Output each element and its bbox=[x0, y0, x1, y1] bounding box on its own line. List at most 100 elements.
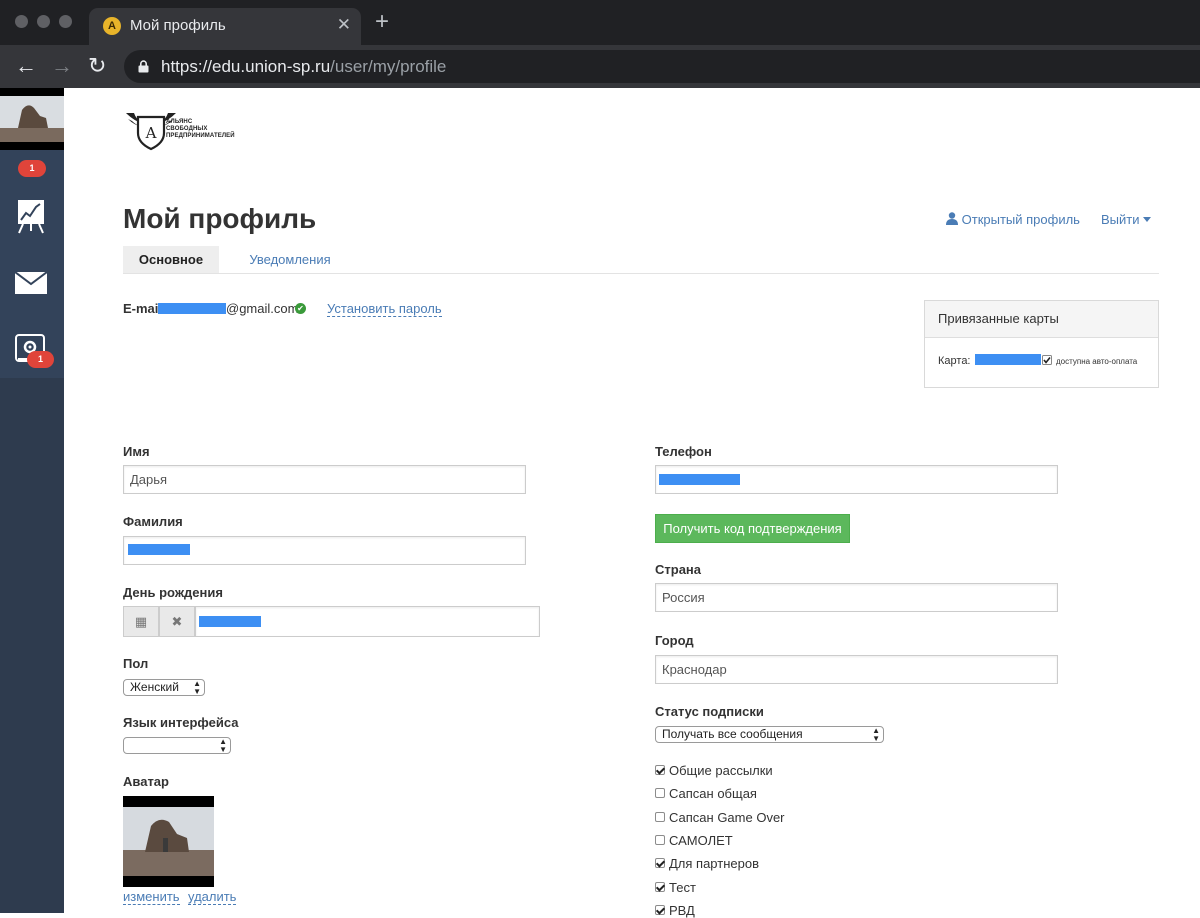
phone-label: Телефон bbox=[655, 444, 712, 459]
tab-title: Мой профиль bbox=[130, 17, 226, 34]
site-favicon-icon: A bbox=[103, 17, 121, 35]
avatar-image bbox=[123, 796, 214, 887]
url-host: https://edu.union-sp.ru bbox=[161, 57, 331, 76]
open-profile-label: Открытый профиль bbox=[961, 212, 1080, 227]
language-label: Язык интерфейса bbox=[123, 715, 239, 730]
name-input[interactable]: Дарья bbox=[123, 465, 526, 494]
url-text: https://edu.union-sp.ru/user/my/profile bbox=[161, 57, 446, 77]
avatar-change-link[interactable]: изменить bbox=[123, 889, 180, 905]
user-icon bbox=[946, 212, 958, 225]
subscription-checkbox[interactable] bbox=[655, 812, 665, 822]
mail-icon[interactable] bbox=[15, 272, 47, 294]
tab-close-icon[interactable]: ✕ bbox=[337, 15, 351, 35]
subscription-checkbox[interactable] bbox=[655, 765, 665, 775]
avatar-delete-link[interactable]: удалить bbox=[188, 889, 237, 905]
auto-pay-label: доступна авто-оплата bbox=[1056, 357, 1138, 366]
subscription-checkbox-label: Тест bbox=[669, 880, 696, 895]
verified-check-icon: ✔ bbox=[295, 303, 306, 314]
address-bar[interactable]: https://edu.union-sp.ru/user/my/profile bbox=[124, 50, 1200, 83]
logo-text: Альянс свободных предпринимателей bbox=[166, 119, 235, 140]
back-button[interactable]: ← bbox=[15, 53, 37, 79]
browser-tab-bar: A Мой профиль ✕ + bbox=[0, 0, 1200, 45]
reload-button[interactable]: ↻ bbox=[88, 53, 106, 79]
open-profile-link[interactable]: Открытый профиль bbox=[946, 212, 1080, 227]
caret-down-icon bbox=[1143, 217, 1152, 222]
set-password-link[interactable]: Установить пароль bbox=[327, 301, 442, 317]
email-redaction bbox=[158, 303, 226, 314]
avatar-label: Аватар bbox=[123, 774, 169, 789]
subscription-checkbox[interactable] bbox=[655, 905, 665, 915]
email-label: E-mail bbox=[123, 301, 163, 316]
window-minimize-dot[interactable] bbox=[37, 15, 50, 28]
name-label: Имя bbox=[123, 444, 150, 459]
lock-icon bbox=[138, 60, 149, 73]
gender-select[interactable]: Женский ▲ ▼ bbox=[123, 679, 205, 696]
select-arrows-icon: ▲ ▼ bbox=[193, 679, 201, 696]
left-sidebar: 1 1 bbox=[0, 88, 64, 913]
profile-tabs: Основное Уведомления bbox=[123, 246, 1159, 274]
sidebar-menu: 1 bbox=[0, 186, 64, 378]
logo-line-3: предпринимателей bbox=[166, 133, 235, 139]
logo-line-1: Альянс bbox=[166, 119, 193, 125]
url-path: /user/my/profile bbox=[330, 57, 447, 76]
surname-input[interactable] bbox=[123, 536, 526, 565]
sidebar-avatar-block: 1 bbox=[0, 150, 64, 186]
gender-label: Пол bbox=[123, 656, 149, 671]
surname-redaction bbox=[128, 544, 190, 555]
settings-notification-badge: 1 bbox=[27, 351, 54, 368]
auto-pay-checkbox[interactable] bbox=[1042, 355, 1052, 365]
gender-value: Женский bbox=[130, 680, 179, 694]
linked-cards-panel: Привязанные карты Карта: доступна авто-о… bbox=[924, 300, 1159, 388]
forward-button[interactable]: → bbox=[51, 53, 73, 79]
tab-notifications[interactable]: Уведомления bbox=[243, 246, 337, 273]
browser-tab[interactable]: A Мой профиль ✕ bbox=[89, 8, 361, 45]
card-number-redaction bbox=[975, 354, 1041, 365]
subscription-checkbox[interactable] bbox=[655, 858, 665, 868]
subscription-checkbox[interactable] bbox=[655, 882, 665, 892]
subscription-checkbox-label: Для партнеров bbox=[669, 856, 759, 871]
email-domain: @gmail.com bbox=[226, 301, 299, 316]
window-close-dot[interactable] bbox=[15, 15, 28, 28]
subscription-checkbox[interactable] bbox=[655, 788, 665, 798]
select-arrows-icon: ▲ ▼ bbox=[872, 726, 880, 743]
logout-label: Выйти bbox=[1101, 212, 1140, 227]
subscription-value: Получать все сообщения bbox=[662, 727, 803, 741]
card-label: Карта: bbox=[938, 355, 971, 367]
linked-cards-body: Карта: доступна авто-оплата bbox=[925, 338, 1158, 388]
birthday-redaction bbox=[199, 616, 261, 627]
browser-toolbar: ← → ↻ https://edu.union-sp.ru/user/my/pr… bbox=[0, 45, 1200, 88]
avatar-notification-badge: 1 bbox=[18, 160, 46, 177]
tab-main[interactable]: Основное bbox=[123, 246, 219, 273]
subscription-checkbox-label: Сапсан Game Over bbox=[669, 810, 785, 825]
logo-line-2: свободных bbox=[166, 126, 208, 132]
subscription-checkbox-label: РВД bbox=[669, 903, 695, 918]
phone-redaction bbox=[659, 474, 740, 485]
birthday-input[interactable] bbox=[195, 606, 540, 637]
chart-easel-icon[interactable] bbox=[15, 198, 47, 234]
subscription-checkbox-label: САМОЛЕТ bbox=[669, 833, 733, 848]
select-arrows-icon: ▲ ▼ bbox=[219, 737, 227, 754]
subscription-checkbox-label: Сапсан общая bbox=[669, 786, 757, 801]
country-label: Страна bbox=[655, 562, 702, 577]
calendar-icon-button[interactable]: ▦ bbox=[123, 606, 159, 637]
city-label: Город bbox=[655, 633, 694, 648]
logo-letter: A bbox=[145, 124, 157, 142]
sidebar-avatar[interactable] bbox=[0, 88, 64, 150]
language-select[interactable]: ▲ ▼ bbox=[123, 737, 231, 754]
subscription-checkbox[interactable] bbox=[655, 835, 665, 845]
page-title: Мой профиль bbox=[123, 203, 317, 234]
city-input[interactable]: Краснодар bbox=[655, 655, 1058, 684]
get-confirmation-code-button[interactable]: Получить код подтверждения bbox=[655, 514, 850, 543]
birthday-label: День рождения bbox=[123, 585, 223, 600]
logout-dropdown[interactable]: Выйти bbox=[1101, 212, 1152, 227]
linked-cards-title: Привязанные карты bbox=[925, 301, 1158, 338]
surname-label: Фамилия bbox=[123, 514, 183, 529]
country-input[interactable]: Россия bbox=[655, 583, 1058, 612]
clear-date-button[interactable]: ✖ bbox=[159, 606, 195, 637]
subscription-label: Статус подписки bbox=[655, 704, 764, 719]
new-tab-button[interactable]: + bbox=[375, 10, 389, 34]
phone-input[interactable] bbox=[655, 465, 1058, 494]
window-zoom-dot[interactable] bbox=[59, 15, 72, 28]
subscription-checkbox-label: Общие рассылки bbox=[669, 763, 773, 778]
subscription-select[interactable]: Получать все сообщения ▲ ▼ bbox=[655, 726, 884, 743]
